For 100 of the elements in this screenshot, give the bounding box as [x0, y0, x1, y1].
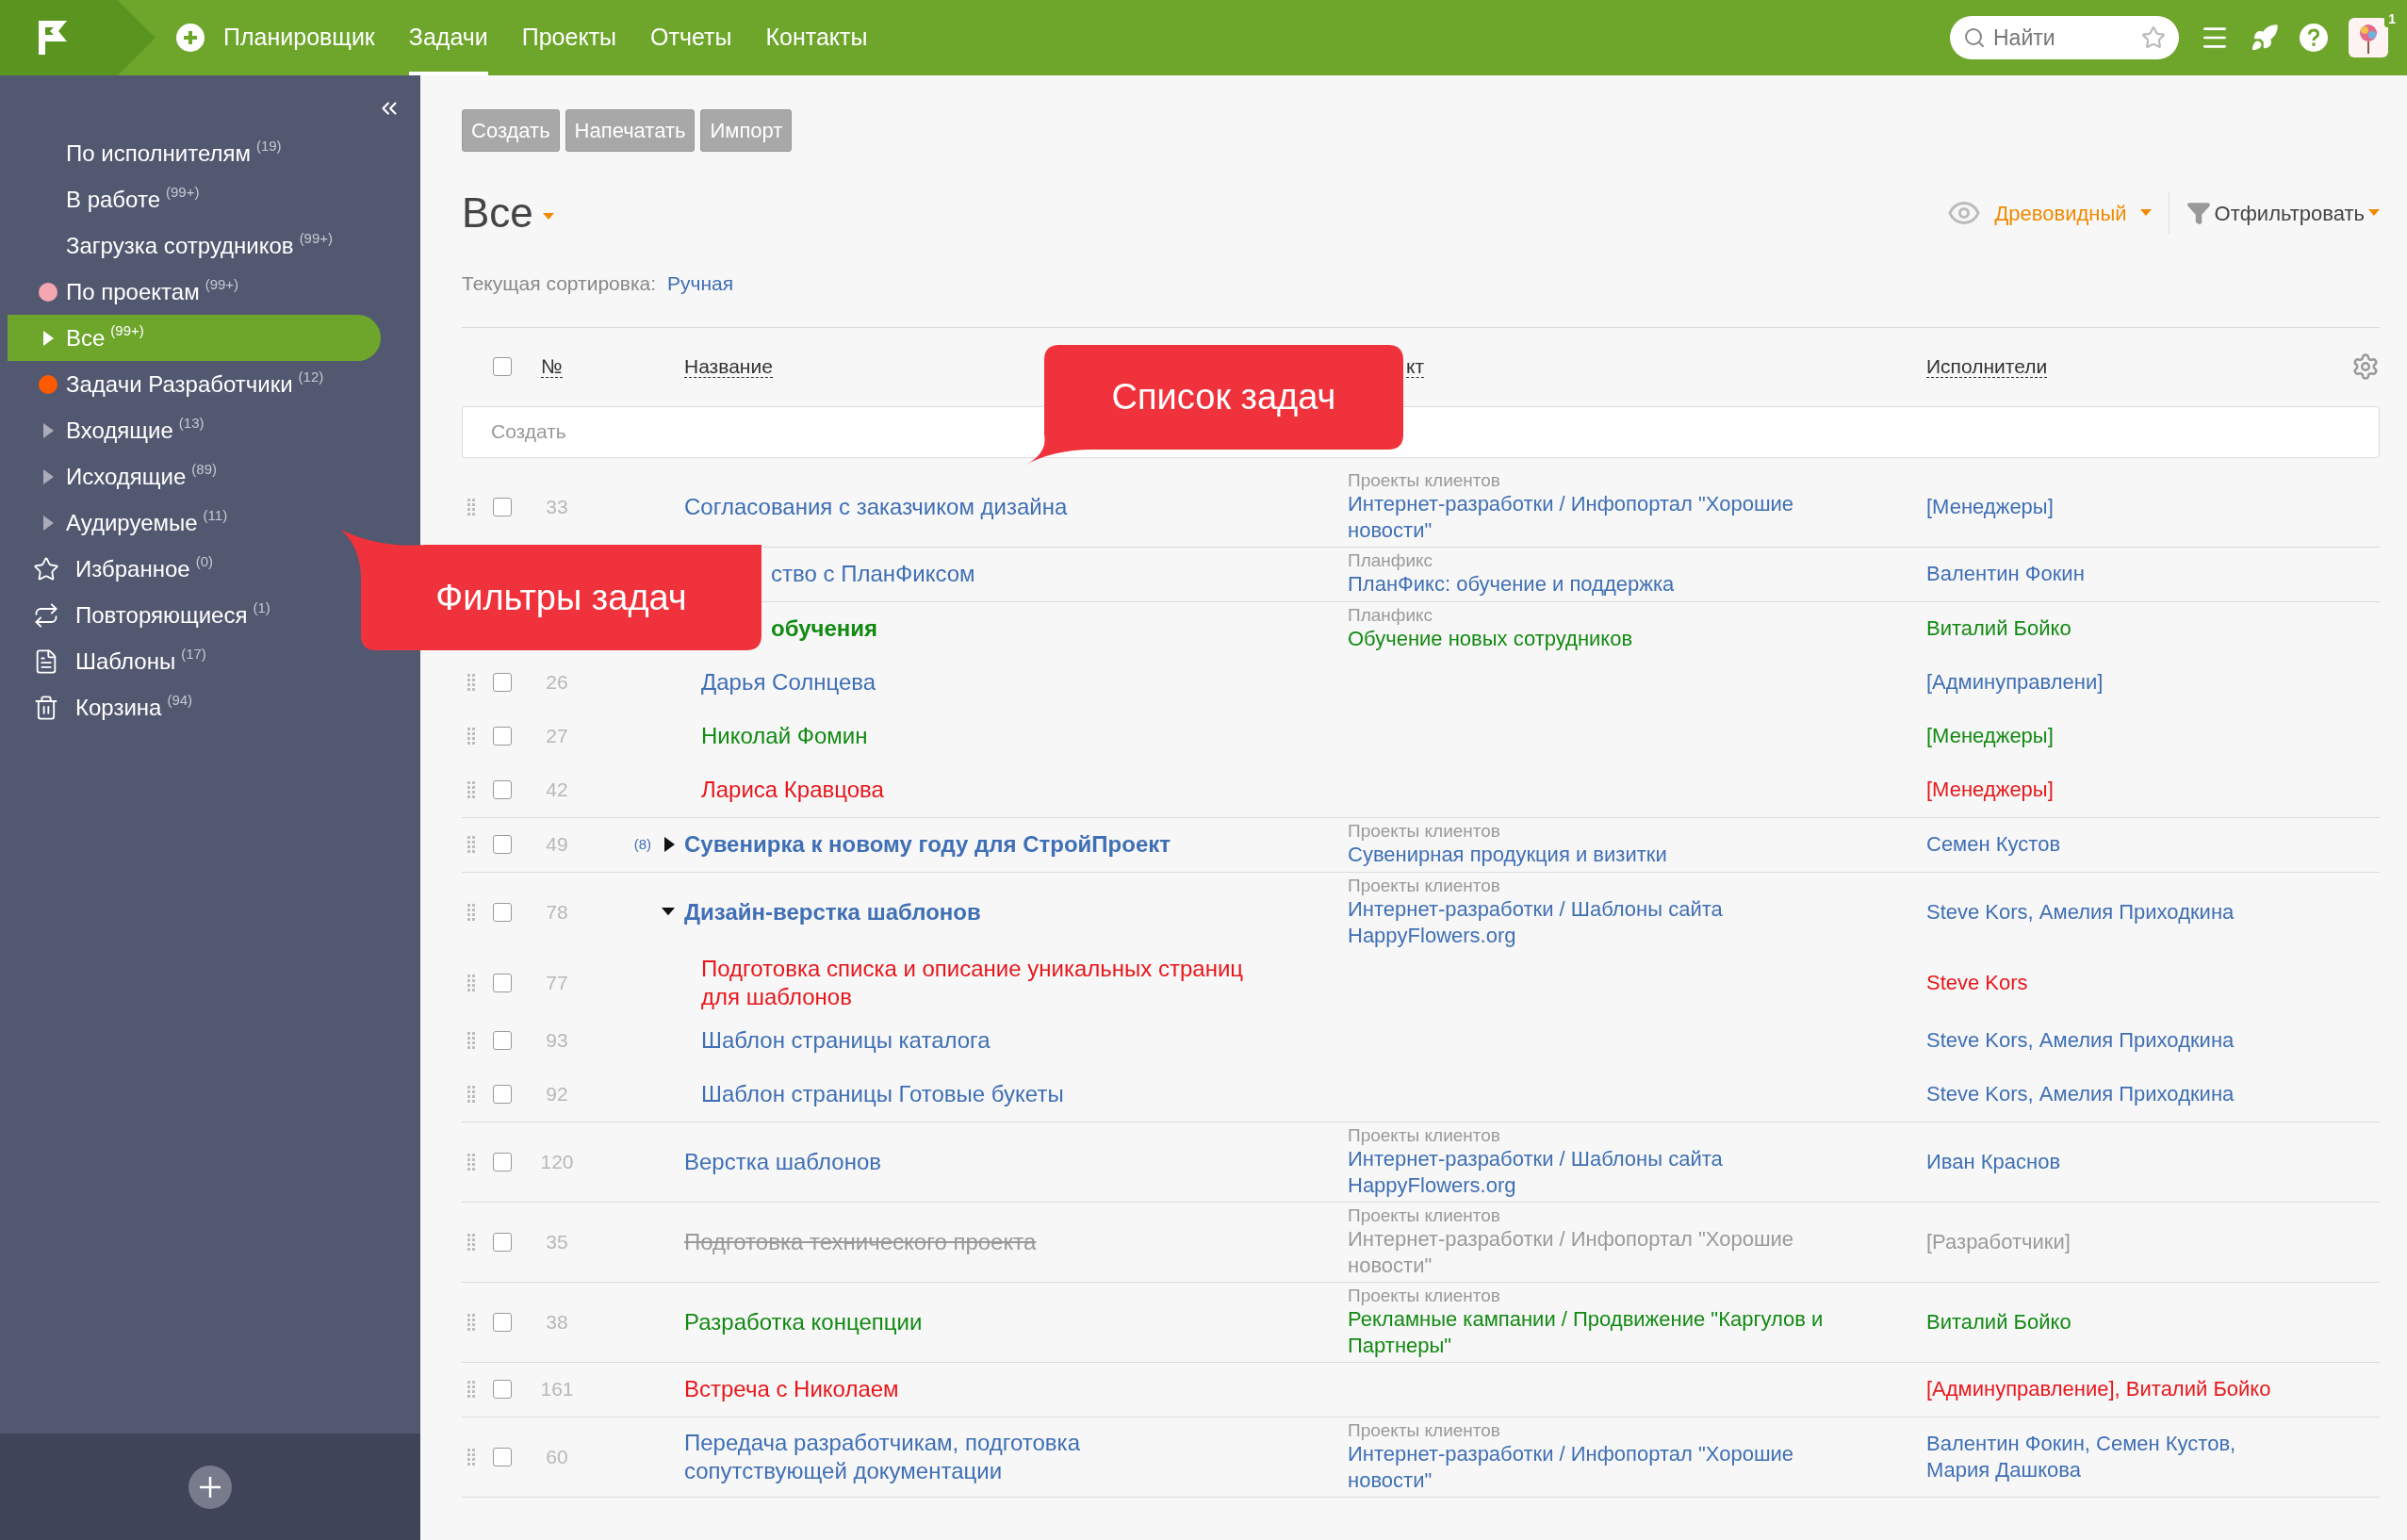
- drag-handle-icon[interactable]: [467, 902, 475, 922]
- checkbox[interactable]: [493, 727, 512, 745]
- project-link[interactable]: Интернет-разработки / Шаблоны сайта HappyFlowers.org: [1348, 1145, 1875, 1199]
- drag-handle-icon[interactable]: [467, 1232, 475, 1252]
- drag-handle-icon[interactable]: [467, 1380, 475, 1399]
- project-link[interactable]: ПланФикс: обучение и поддержка: [1348, 571, 1875, 598]
- checkbox[interactable]: [493, 780, 512, 799]
- drag-handle-icon[interactable]: [467, 1152, 475, 1171]
- task-title[interactable]: Шаблон страницы каталога: [701, 1026, 991, 1055]
- project-link[interactable]: Интернет-разработки / Инфопортал "Хорошие новости": [1348, 1440, 1875, 1494]
- task-title[interactable]: Передача разработчикам, подготовка сопутствующей документации: [684, 1428, 1236, 1485]
- project-link[interactable]: Сувенирная продукция и визитки: [1348, 842, 1875, 868]
- project-link[interactable]: Интернет-разработки / Инфопортал "Хорошие новости": [1348, 1225, 1875, 1279]
- column-header[interactable]: №: [541, 355, 563, 379]
- task-title[interactable]: Шаблон страницы Готовые букеты: [701, 1080, 1064, 1108]
- checkbox[interactable]: [493, 835, 512, 854]
- task-title[interactable]: Встреча с Николаем: [684, 1375, 899, 1403]
- assignees[interactable]: Валентин Фокин: [1926, 561, 2284, 587]
- checkbox[interactable]: [493, 1232, 512, 1252]
- project-link[interactable]: Интернет-разработки / Инфопортал "Хорошие новости": [1348, 490, 1875, 544]
- sort-link[interactable]: Ручная: [667, 269, 734, 299]
- assignees[interactable]: Семен Кустов: [1926, 831, 2284, 858]
- task-title[interactable]: Дарья Солнцева: [701, 668, 876, 696]
- caret-icon[interactable]: [542, 213, 554, 221]
- checkbox[interactable]: [493, 1447, 512, 1466]
- sidebar-item[interactable]: По проектам (99+): [8, 269, 245, 315]
- task-title[interactable]: Верстка шаблонов: [684, 1147, 881, 1176]
- task-title[interactable]: Дизайн-верстка шаблонов: [684, 897, 981, 926]
- nav-tab[interactable]: Отчеты: [650, 0, 732, 75]
- sidebar-item[interactable]: В работе (99+): [8, 176, 205, 222]
- checkbox[interactable]: [493, 1380, 512, 1399]
- task-title[interactable]: обучения: [771, 614, 878, 643]
- assignees[interactable]: [Разработчики]: [1926, 1228, 2284, 1255]
- checkbox[interactable]: [493, 673, 512, 692]
- project-link[interactable]: Интернет-разработки / Шаблоны сайта HappyFlowers.org: [1348, 895, 1875, 949]
- drag-handle-icon[interactable]: [467, 973, 475, 992]
- task-title[interactable]: Сувенирка к новому году для СтройПроект: [684, 830, 1171, 859]
- drag-handle-icon[interactable]: [467, 780, 475, 799]
- star-icon[interactable]: [2141, 25, 2166, 50]
- sidebar-item[interactable]: Исходящие (89): [8, 453, 222, 500]
- search-field[interactable]: Найти: [1950, 16, 2179, 59]
- checkbox[interactable]: [493, 1152, 512, 1171]
- task-title[interactable]: Подготовка технического проекта: [684, 1227, 1037, 1256]
- assignees[interactable]: Виталий Бойко: [1926, 615, 2284, 642]
- expand-arrow-icon[interactable]: [664, 837, 675, 852]
- assignees[interactable]: Steve Kors: [1926, 969, 2284, 996]
- drag-handle-icon[interactable]: [467, 673, 475, 692]
- drag-handle-icon[interactable]: [467, 727, 475, 745]
- checkbox[interactable]: [493, 357, 512, 376]
- assignees[interactable]: Валентин Фокин, Семен Кустов, Мария Дашкова: [1926, 1430, 2284, 1483]
- sidebar-item[interactable]: Загрузка сотрудников (99+): [8, 222, 339, 269]
- nav-tab[interactable]: Контакты: [765, 0, 868, 75]
- assignees[interactable]: [Админуправление], Виталий Бойко: [1926, 1376, 2284, 1402]
- task-title[interactable]: ство с ПланФиксом: [771, 560, 975, 588]
- task-title[interactable]: Николай Фомин: [701, 722, 868, 750]
- caret-icon[interactable]: [2368, 209, 2380, 217]
- checkbox[interactable]: [493, 1031, 512, 1050]
- sidebar-item[interactable]: Входящие (13): [8, 407, 210, 453]
- drag-handle-icon[interactable]: [467, 1085, 475, 1104]
- sidebar-item[interactable]: Задачи Разработчики (12): [8, 361, 330, 407]
- add-icon[interactable]: [188, 1465, 232, 1509]
- help-icon[interactable]: [2300, 24, 2328, 52]
- column-header[interactable]: Исполнители: [1926, 355, 2048, 379]
- caret-icon[interactable]: [2139, 209, 2152, 217]
- assignees[interactable]: Иван Краснов: [1926, 1148, 2284, 1175]
- assignees[interactable]: [Админуправлени]: [1926, 669, 2284, 696]
- drag-handle-icon[interactable]: [467, 497, 475, 516]
- project-link[interactable]: Обучение новых сотрудников: [1348, 626, 1875, 652]
- checkbox[interactable]: [493, 1085, 512, 1104]
- search-input[interactable]: Найти: [1993, 21, 2134, 55]
- nav-tab[interactable]: Планировщик: [223, 0, 375, 75]
- assignees[interactable]: Steve Kors, Амелия Приходкина: [1926, 1027, 2284, 1054]
- rocket-icon[interactable]: [2251, 24, 2279, 52]
- toolbar-button[interactable]: Напечатать: [565, 109, 696, 152]
- filter-dropdown[interactable]: Отфильтровать: [2214, 197, 2365, 229]
- avatar[interactable]: [2349, 18, 2388, 57]
- sidebar-item[interactable]: Избранное (0): [8, 546, 219, 592]
- filter-icon[interactable]: [2186, 201, 2211, 225]
- nav-tab[interactable]: Проекты: [521, 0, 617, 75]
- sidebar-item[interactable]: Все (99+): [8, 315, 381, 361]
- sidebar-item[interactable]: Аудируемые (11): [8, 500, 234, 546]
- assignees[interactable]: Steve Kors, Амелия Приходкина: [1926, 1081, 2284, 1107]
- drag-handle-icon[interactable]: [467, 835, 475, 854]
- sidebar-item[interactable]: Шаблоны (17): [8, 638, 212, 684]
- drag-handle-icon[interactable]: [467, 1312, 475, 1332]
- toolbar-button[interactable]: Импорт: [700, 109, 793, 152]
- sidebar-item[interactable]: Повторяющиеся (1): [8, 592, 276, 638]
- collapse-arrow-icon[interactable]: [662, 908, 675, 916]
- assignees[interactable]: [Менеджеры]: [1926, 493, 2284, 520]
- task-title[interactable]: Подготовка списка и описание уникальных страниц для шаблонов: [701, 954, 1253, 1011]
- project-link[interactable]: Рекламные кампании / Продвижение "Каргулов и Партнеры": [1348, 1305, 1875, 1359]
- drag-handle-icon[interactable]: [467, 1031, 475, 1050]
- column-header[interactable]: кт: [1406, 355, 1425, 379]
- drag-handle-icon[interactable]: [467, 1447, 475, 1466]
- sidebar-item[interactable]: Корзина (94): [8, 684, 199, 730]
- assignees[interactable]: [Менеджеры]: [1926, 723, 2284, 749]
- assignees[interactable]: [Менеджеры]: [1926, 777, 2284, 803]
- column-header[interactable]: Название: [684, 355, 773, 379]
- assignees[interactable]: Steve Kors, Амелия Приходкина: [1926, 898, 2284, 926]
- checkbox[interactable]: [493, 973, 512, 992]
